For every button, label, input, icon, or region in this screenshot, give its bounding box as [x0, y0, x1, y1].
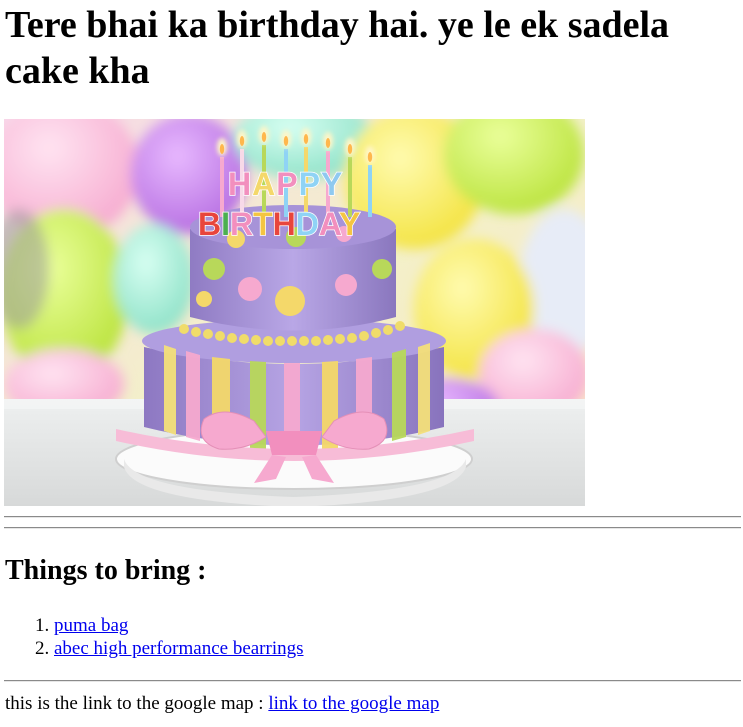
birthday-cake-photo: HAPPY BIRTHDAY — [4, 119, 585, 506]
map-line: this is the link to the google map : lin… — [5, 692, 439, 715]
horizontal-rule — [4, 680, 741, 682]
list-item: puma bag — [54, 614, 304, 637]
bring-list: puma bag abec high performance bearrings — [0, 614, 304, 660]
horizontal-rule — [4, 527, 741, 529]
google-map-link[interactable]: link to the google map — [268, 693, 439, 714]
bring-item-puma-bag-link[interactable]: puma bag — [54, 615, 128, 636]
birthday-cake-image: HAPPY BIRTHDAY — [4, 119, 585, 506]
svg-text:BIRTHDAY: BIRTHDAY — [198, 206, 360, 242]
page: Tere bhai ka birthday hai. ye le ek sade… — [0, 0, 743, 727]
bring-item-bearings-link[interactable]: abec high performance bearrings — [54, 638, 304, 659]
page-title: Tere bhai ka birthday hai. ye le ek sade… — [5, 4, 670, 92]
horizontal-rule — [4, 516, 741, 518]
list-item: abec high performance bearrings — [54, 637, 304, 660]
svg-text:HAPPY: HAPPY — [228, 166, 343, 202]
map-prefix-text: this is the link to the google map : — [5, 693, 269, 714]
bring-heading: Things to bring : — [5, 555, 207, 586]
